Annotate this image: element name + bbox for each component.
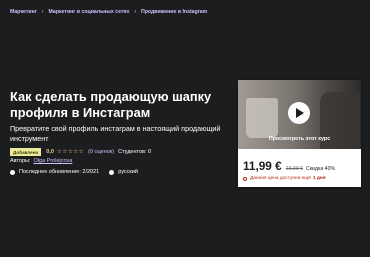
course-meta: Добавлено 0,0 ☆☆☆☆☆ (0 оценок) Студентов… <box>10 148 151 156</box>
rating-value: 0,0 <box>46 149 54 155</box>
last-updated: Последнее обновление: 2/2021 <box>19 169 100 175</box>
chevron-right-icon: › <box>134 9 137 15</box>
breadcrumb-item-marketing[interactable]: Маркетинг <box>10 9 37 15</box>
play-icon[interactable] <box>288 102 310 124</box>
course-subtitle: Превратите свой профиль инстаграм в наст… <box>10 124 221 143</box>
price-timer: Данная цена доступна ещё 1 дня <box>243 176 326 181</box>
alarm-clock-icon <box>243 176 247 181</box>
alert-icon <box>10 169 15 175</box>
preview-image-cup <box>246 98 278 138</box>
course-preview[interactable]: Просмотреть этот курс <box>238 80 361 149</box>
timer-value: 1 дня <box>312 176 326 181</box>
authors-label: Авторы: <box>10 158 31 164</box>
breadcrumb-item-instagram[interactable]: Продвижение в Instagram <box>141 9 207 15</box>
purchase-card: Просмотреть этот курс 11,99 € 19,99 € Ск… <box>238 80 361 187</box>
chevron-right-icon: › <box>41 9 44 15</box>
current-price: 11,99 € <box>243 159 282 173</box>
breadcrumb-item-social[interactable]: Маркетинг в социальных сетях <box>49 9 130 15</box>
rating-count-link[interactable]: (0 оценок) <box>88 149 114 155</box>
original-price: 19,99 € <box>285 166 304 172</box>
info-row: Последнее обновление: 2/2021 русский <box>10 169 138 175</box>
discount-label: Скидка 40% <box>306 166 336 172</box>
students-count: Студентов: 0 <box>118 149 152 155</box>
language: русский <box>118 169 138 175</box>
author-link[interactable]: Olga Prolejcova <box>34 158 73 164</box>
preview-label: Просмотреть этот курс <box>268 136 331 142</box>
globe-icon <box>109 169 115 175</box>
authors-row: Авторы: Olga Prolejcova <box>10 158 72 164</box>
course-title: Как сделать продающую шапку профиля в Ин… <box>10 89 212 120</box>
price-row: 11,99 € 19,99 € Скидка 40% <box>243 159 335 173</box>
star-rating-icon: ☆☆☆☆☆ <box>56 149 85 155</box>
timer-text: Данная цена доступна ещё <box>250 176 311 181</box>
new-badge: Добавлено <box>10 148 42 156</box>
breadcrumb: Маркетинг › Маркетинг в социальных сетях… <box>10 9 207 15</box>
